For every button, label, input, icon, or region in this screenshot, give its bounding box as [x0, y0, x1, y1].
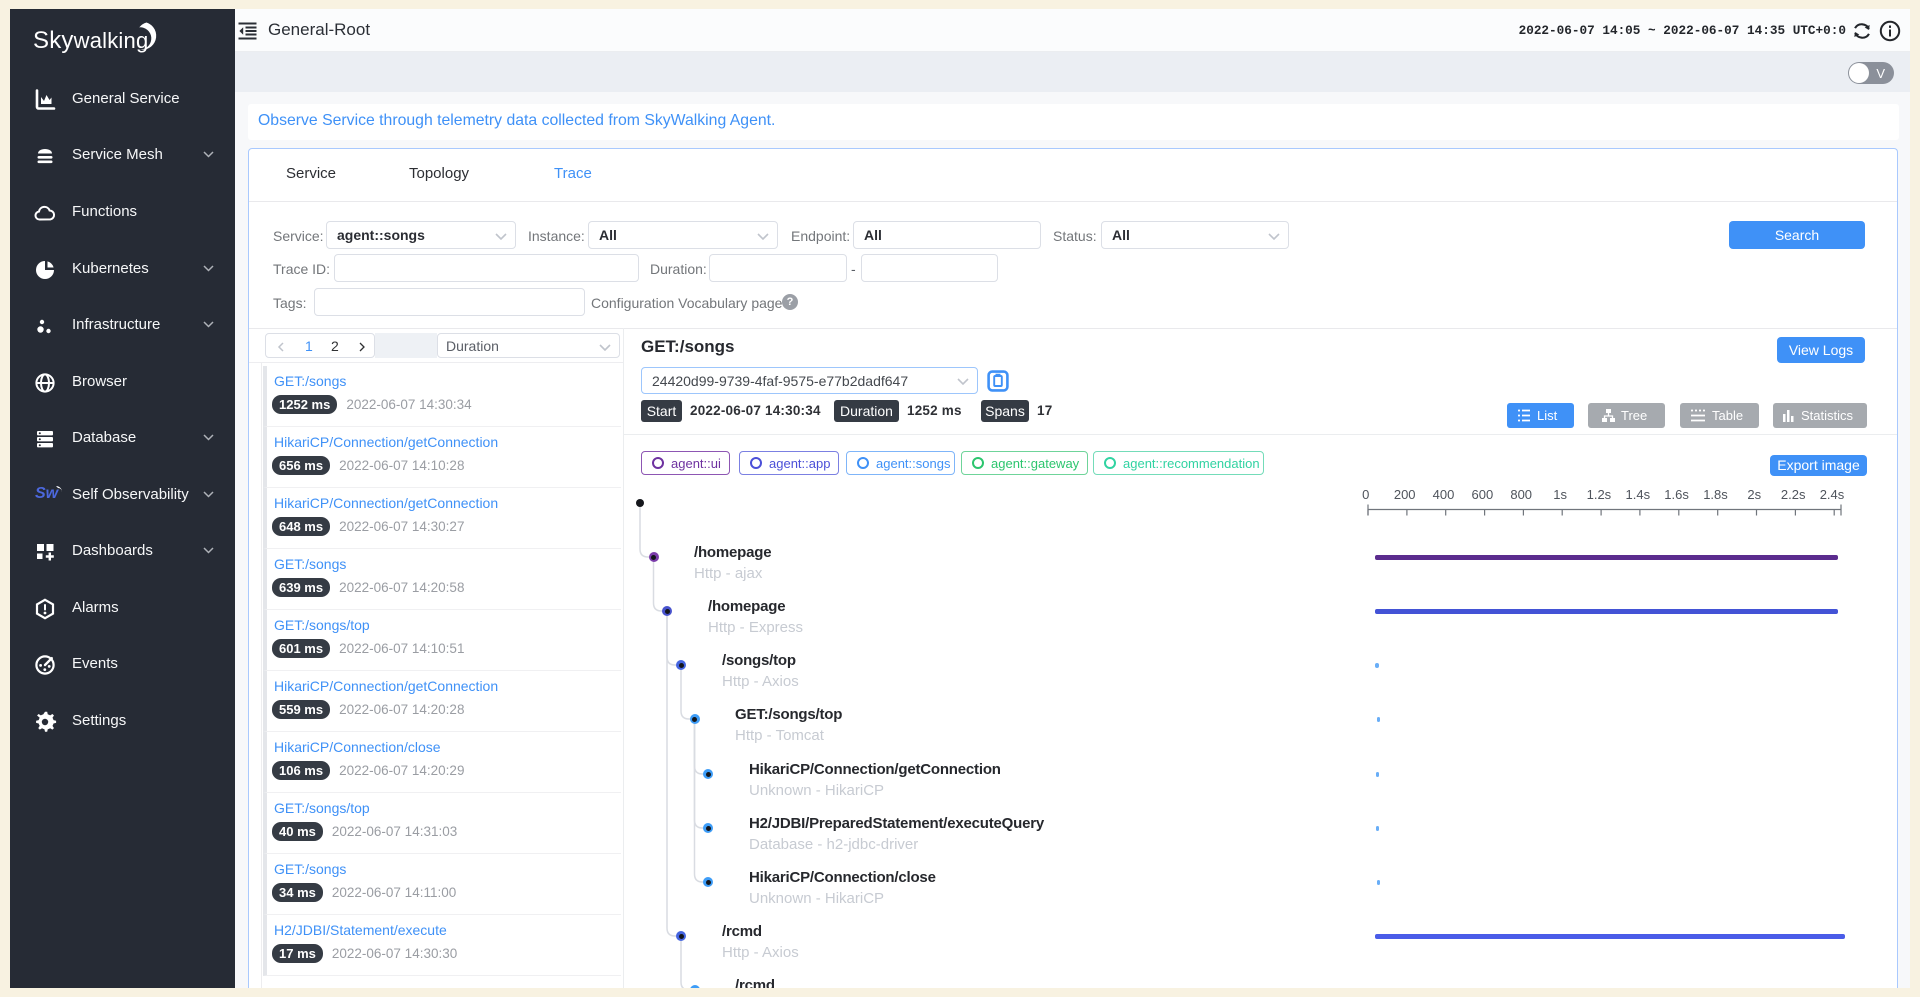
svg-text:400: 400	[1433, 487, 1455, 502]
svg-text:1s: 1s	[1553, 487, 1567, 502]
svg-text:600: 600	[1472, 487, 1494, 502]
svg-text:1.8s: 1.8s	[1703, 487, 1728, 502]
svg-text:2.2s: 2.2s	[1781, 487, 1806, 502]
svg-text:1.4s: 1.4s	[1626, 487, 1651, 502]
svg-text:200: 200	[1394, 487, 1416, 502]
svg-text:1.6s: 1.6s	[1664, 487, 1689, 502]
svg-text:800: 800	[1510, 487, 1532, 502]
svg-text:2s: 2s	[1747, 487, 1761, 502]
svg-text:0: 0	[1362, 487, 1369, 502]
svg-text:2.4s: 2.4s	[1820, 487, 1845, 502]
svg-text:1.2s: 1.2s	[1587, 487, 1612, 502]
